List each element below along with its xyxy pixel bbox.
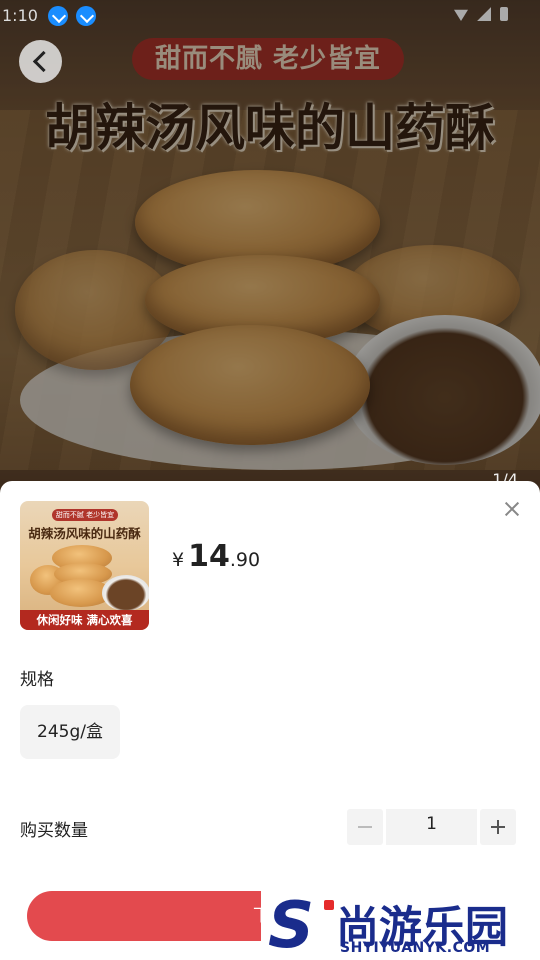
close-icon[interactable] bbox=[502, 499, 522, 519]
product-image[interactable]: 甜而不腻 老少皆宜 胡辣汤风味的山药酥 bbox=[0, 0, 540, 500]
quantity-increase-button[interactable] bbox=[480, 809, 516, 845]
wifi-icon bbox=[454, 9, 468, 21]
back-button[interactable] bbox=[19, 40, 62, 83]
watermark-domain: SHYIYUANYK.COM bbox=[340, 940, 491, 956]
price-integer: 14 bbox=[188, 539, 230, 574]
quantity-decrease-button[interactable] bbox=[347, 809, 383, 845]
watermark-logo: S bbox=[268, 894, 334, 958]
dim-overlay[interactable] bbox=[0, 0, 540, 500]
price-currency: ¥ bbox=[172, 549, 185, 571]
quantity-value[interactable]: 1 bbox=[386, 809, 477, 845]
status-time: 1:10 bbox=[2, 6, 38, 25]
soup-bowl bbox=[102, 575, 149, 611]
thumb-title: 胡辣汤风味的山药酥 bbox=[28, 526, 141, 541]
price-decimal: .90 bbox=[229, 549, 261, 571]
spec-option[interactable]: 245g/盒 bbox=[20, 705, 120, 759]
status-bar: 1:10 bbox=[0, 0, 540, 30]
price: ¥14.90 bbox=[172, 539, 260, 574]
product-thumbnail[interactable]: 甜而不腻 老少皆宜 胡辣汤风味的山药酥 休闲好味 满心欢喜 bbox=[20, 501, 149, 630]
download-icon bbox=[48, 6, 68, 26]
signal-icon bbox=[477, 7, 492, 21]
thumb-subtitle: 甜而不腻 老少皆宜 bbox=[52, 509, 118, 521]
status-icons bbox=[450, 6, 510, 24]
spec-label: 规格 bbox=[20, 670, 54, 690]
thumb-banner: 休闲好味 满心欢喜 bbox=[20, 610, 149, 630]
quantity-label: 购买数量 bbox=[20, 821, 88, 841]
logo-dot bbox=[324, 900, 334, 910]
download-icon bbox=[76, 6, 96, 26]
battery-icon bbox=[500, 7, 509, 21]
